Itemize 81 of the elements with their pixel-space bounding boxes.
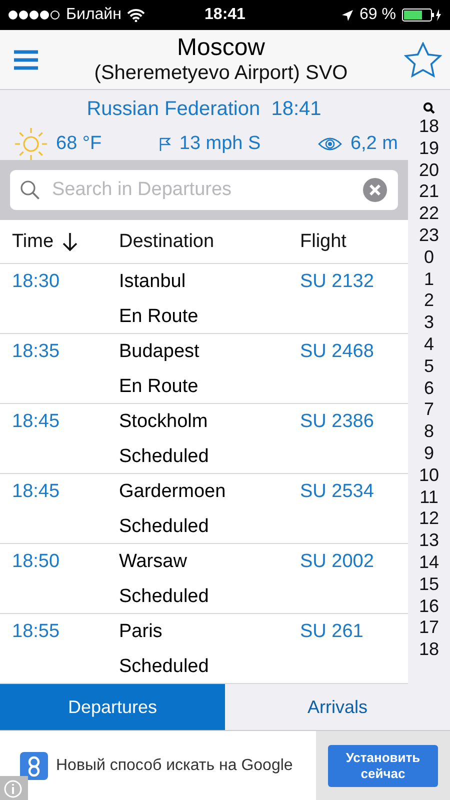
flight-status: Scheduled — [119, 586, 209, 606]
destination-name: Budapest — [119, 340, 200, 362]
destination-name: Istanbul — [119, 270, 186, 292]
hour-index-item[interactable]: 8 — [424, 421, 434, 443]
carrier-name: Билайн — [66, 6, 122, 24]
star-icon[interactable] — [404, 42, 442, 78]
destination-name: Gardermoen — [119, 480, 226, 502]
flag-icon — [159, 137, 172, 151]
visibility-reading: 6,2 m — [350, 133, 398, 155]
departure-time: 18:30 — [12, 270, 60, 292]
flight-number: SU 2468 — [300, 340, 374, 362]
hour-index-item[interactable]: 11 — [420, 486, 438, 508]
hour-index-item[interactable]: 4 — [424, 334, 434, 356]
hour-index-item[interactable]: 15 — [418, 574, 440, 596]
temperature: 68 °F — [56, 133, 102, 155]
flight-number: SU 2002 — [300, 550, 374, 572]
hour-index-item[interactable]: 7 — [424, 399, 434, 422]
hour-index-item[interactable]: 16 — [418, 596, 440, 618]
column-header[interactable]: Time — [12, 230, 54, 252]
app-icon — [20, 752, 48, 780]
clock-time: 18:41 — [204, 6, 246, 23]
flight-number: SU 2386 — [300, 410, 374, 432]
hour-index-item[interactable]: 20 — [418, 160, 440, 182]
column-header[interactable]: Destination — [119, 230, 214, 252]
hour-index-item[interactable]: 2 — [424, 290, 434, 312]
hour-index-item[interactable]: 18 — [418, 116, 440, 138]
hour-index-item[interactable]: 1 — [424, 268, 434, 290]
location-arrow-icon — [340, 8, 354, 22]
hour-index-item[interactable]: 14 — [418, 552, 440, 574]
destination-name: Paris — [119, 620, 162, 642]
flight-status: En Route — [119, 376, 198, 396]
clear-icon[interactable] — [362, 177, 388, 203]
menu-icon[interactable] — [14, 48, 38, 70]
city-title: Moscow — [176, 34, 266, 61]
wifi-icon — [127, 8, 146, 22]
wind-reading: 13 mph S — [179, 133, 261, 155]
battery-charging-icon — [402, 8, 442, 22]
hour-index-item[interactable]: 5 — [424, 356, 434, 378]
hour-index-item[interactable]: 3 — [424, 312, 434, 334]
signal-icon — [8, 10, 60, 20]
flight-number: SU 2534 — [300, 480, 374, 502]
sort-arrow-icon[interactable] — [62, 232, 78, 252]
hour-index-item[interactable]: 21 — [418, 181, 440, 204]
ad-text: Новый способ искать на Google — [56, 756, 293, 774]
hour-index-item[interactable]: 0 — [424, 246, 434, 269]
destination-name: Stockholm — [119, 410, 208, 432]
flight-status: Scheduled — [119, 446, 209, 466]
hour-index-item[interactable]: 19 — [418, 138, 440, 160]
flight-number: SU 261 — [300, 620, 364, 642]
hour-index-item[interactable]: 18 — [418, 639, 440, 661]
search-bar[interactable]: Search in Departures — [10, 170, 398, 210]
destination-name: Warsaw — [119, 550, 187, 572]
hour-index-item[interactable]: 17 — [418, 617, 440, 640]
departure-time: 18:35 — [12, 340, 60, 362]
country-name: Russian Federation — [86, 98, 260, 120]
search-icon — [20, 180, 40, 200]
hour-index-item[interactable]: 12 — [418, 508, 440, 530]
hour-index-item[interactable]: 13 — [418, 530, 440, 552]
column-header[interactable]: Flight — [300, 230, 346, 252]
hour-index-item[interactable]: 9 — [424, 442, 434, 465]
hour-index-item[interactable]: 22 — [418, 203, 440, 225]
local-time: 18:41 — [271, 98, 322, 120]
search-icon[interactable] — [423, 102, 435, 114]
hour-index-item[interactable]: 10 — [418, 464, 440, 487]
battery-percent: 69 % — [360, 6, 396, 24]
hour-index-item[interactable]: 23 — [418, 224, 440, 247]
tab[interactable]: Arrivals — [225, 684, 450, 730]
departure-time: 18:55 — [12, 620, 60, 642]
hour-index-item[interactable]: 6 — [424, 378, 434, 400]
flight-status: Scheduled — [119, 516, 209, 536]
departure-time: 18:50 — [12, 550, 60, 572]
flight-status: En Route — [119, 306, 198, 326]
departure-time: 18:45 — [12, 480, 60, 502]
sun-icon — [14, 127, 48, 161]
flight-status: Scheduled — [119, 656, 209, 676]
departure-time: 18:45 — [12, 410, 60, 432]
tab[interactable]: Departures — [0, 684, 225, 730]
install-button[interactable]: Установить сейчас — [328, 744, 438, 786]
flight-number: SU 2132 — [300, 270, 374, 292]
eye-icon — [318, 137, 342, 151]
airport-subtitle: (Sheremetyevo Airport) SVO — [94, 63, 348, 83]
